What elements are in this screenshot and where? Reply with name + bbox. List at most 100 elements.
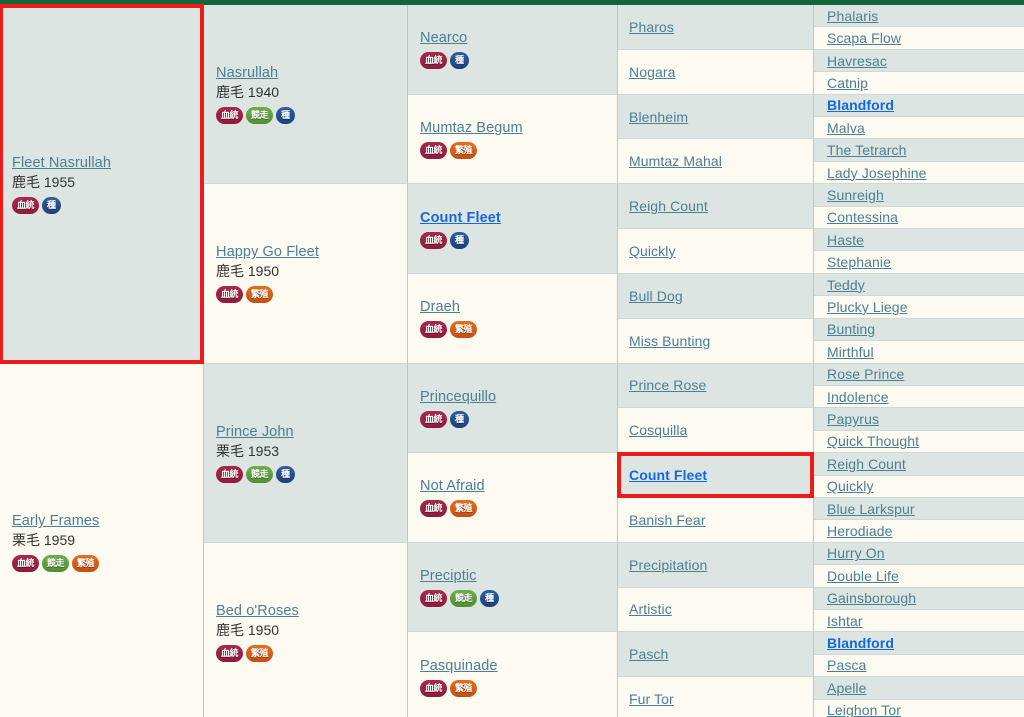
horse-name-link[interactable]: Mirthful <box>827 343 1016 361</box>
pedigree-cell-gen5: Phalaris <box>814 5 1024 28</box>
horse-name-link[interactable]: Not Afraid <box>420 477 609 495</box>
horse-name-link[interactable]: Rose Prince <box>827 365 1016 383</box>
horse-name-link[interactable]: Princequillo <box>420 388 609 406</box>
horse-name-link[interactable]: Plucky Liege <box>827 298 1016 316</box>
badge-hanshoku[interactable]: 繁殖 <box>246 286 274 304</box>
horse-name-link[interactable]: Miss Bunting <box>629 332 805 350</box>
badge-ketto[interactable]: 血統 <box>420 410 448 428</box>
horse-name-link[interactable]: Hurry On <box>827 544 1016 562</box>
badge-tane[interactable]: 種 <box>42 196 61 214</box>
badge-ketto[interactable]: 血統 <box>420 590 448 608</box>
badge-ketto[interactable]: 血統 <box>12 555 40 573</box>
badge-tane[interactable]: 種 <box>450 231 469 249</box>
horse-name-link[interactable]: Mumtaz Mahal <box>629 152 805 170</box>
horse-name-link[interactable]: Count Fleet <box>420 209 609 227</box>
horse-name-link[interactable]: Nogara <box>629 63 805 81</box>
badge-hanshoku[interactable]: 繁殖 <box>450 679 478 697</box>
badge-hanshoku[interactable]: 繁殖 <box>246 644 274 662</box>
horse-name-link[interactable]: Indolence <box>827 388 1016 406</box>
badge-hanshoku[interactable]: 繁殖 <box>450 141 478 159</box>
horse-name-link[interactable]: Pasch <box>629 645 805 663</box>
horse-name-link[interactable]: Nasrullah <box>216 64 399 82</box>
badge-hanshoku[interactable]: 繁殖 <box>450 500 478 518</box>
horse-name-link[interactable]: Count Fleet <box>629 466 805 484</box>
horse-name-link[interactable]: Pasquinade <box>420 657 609 675</box>
horse-name-link[interactable]: Blandford <box>827 634 1016 652</box>
horse-name-link[interactable]: Reigh Count <box>827 455 1016 473</box>
badge-ketto[interactable]: 血統 <box>216 107 244 125</box>
horse-name-link[interactable]: Blenheim <box>629 108 805 126</box>
pedigree-cell-gen2: Bed o'Roses 鹿毛 1950 血統 繁殖 <box>204 542 408 717</box>
badge-tane[interactable]: 種 <box>480 590 499 608</box>
horse-name-link[interactable]: Fleet Nasrullah <box>12 154 195 172</box>
horse-name-link[interactable]: Blandford <box>827 96 1016 114</box>
badge-ketto[interactable]: 血統 <box>420 321 448 339</box>
badge-hanshoku[interactable]: 繁殖 <box>72 555 100 573</box>
badge-ketto[interactable]: 血統 <box>216 465 244 483</box>
horse-name-link[interactable]: Teddy <box>827 276 1016 294</box>
badge-kyoso[interactable]: 競走 <box>42 555 70 573</box>
horse-name-link[interactable]: Stephanie <box>827 253 1016 271</box>
horse-name-link[interactable]: Fur Tor <box>629 690 805 708</box>
horse-name-link[interactable]: Pharos <box>629 18 805 36</box>
horse-name-link[interactable]: Mumtaz Begum <box>420 119 609 137</box>
horse-name-link[interactable]: Leighon Tor <box>827 701 1016 717</box>
badge-tane[interactable]: 種 <box>450 410 469 428</box>
horse-name-link[interactable]: Phalaris <box>827 7 1016 25</box>
pedigree-cell-gen1: Fleet Nasrullah 鹿毛 1955 血統種 <box>0 5 204 364</box>
horse-name-link[interactable]: Quick Thought <box>827 432 1016 450</box>
horse-name-link[interactable]: Cosquilla <box>629 421 805 439</box>
badge-tane[interactable]: 種 <box>450 52 469 70</box>
horse-name-link[interactable]: Sunreigh <box>827 186 1016 204</box>
horse-name-link[interactable]: Early Frames <box>12 512 195 530</box>
horse-name-link[interactable]: Malva <box>827 119 1016 137</box>
horse-name-link[interactable]: Pasca <box>827 656 1016 674</box>
horse-name-link[interactable]: Reigh Count <box>629 197 805 215</box>
pedigree-cell-gen5: Blandford <box>814 632 1024 655</box>
horse-name-link[interactable]: Nearco <box>420 29 609 47</box>
horse-name-link[interactable]: Contessina <box>827 208 1016 226</box>
horse-name-link[interactable]: Gainsborough <box>827 589 1016 607</box>
horse-name-link[interactable]: Havresac <box>827 52 1016 70</box>
horse-name-link[interactable]: Quickly <box>629 242 805 260</box>
badge-ketto[interactable]: 血統 <box>420 679 448 697</box>
horse-name-link[interactable]: Haste <box>827 231 1016 249</box>
horse-name-link[interactable]: Preciptic <box>420 567 609 585</box>
horse-name-link[interactable]: Prince Rose <box>629 376 805 394</box>
horse-name-link[interactable]: Draeh <box>420 298 609 316</box>
badge-ketto[interactable]: 血統 <box>12 196 40 214</box>
horse-name-link[interactable]: Double Life <box>827 567 1016 585</box>
horse-name-link[interactable]: Quickly <box>827 477 1016 495</box>
pedigree-cell-gen4: Pharos <box>618 5 814 50</box>
horse-name-link[interactable]: Artistic <box>629 600 805 618</box>
horse-name-link[interactable]: Papyrus <box>827 410 1016 428</box>
horse-name-link[interactable]: Blue Larkspur <box>827 500 1016 518</box>
horse-name-link[interactable]: Bed o'Roses <box>216 602 399 620</box>
horse-name-link[interactable]: Scapa Flow <box>827 29 1016 47</box>
horse-name-link[interactable]: Catnip <box>827 74 1016 92</box>
badge-ketto[interactable]: 血統 <box>420 231 448 249</box>
horse-name-link[interactable]: Bunting <box>827 320 1016 338</box>
horse-name-link[interactable]: Prince John <box>216 423 399 441</box>
horse-name-link[interactable]: Herodiade <box>827 522 1016 540</box>
horse-name-link[interactable]: Apelle <box>827 679 1016 697</box>
pedigree-cell-gen5: Gainsborough <box>814 587 1024 610</box>
badge-ketto[interactable]: 血統 <box>216 286 244 304</box>
horse-name-link[interactable]: Banish Fear <box>629 511 805 529</box>
horse-name-link[interactable]: Happy Go Fleet <box>216 243 399 261</box>
badge-kyoso[interactable]: 競走 <box>246 465 274 483</box>
badge-kyoso[interactable]: 競走 <box>450 590 478 608</box>
horse-name-link[interactable]: The Tetrarch <box>827 141 1016 159</box>
horse-name-link[interactable]: Ishtar <box>827 612 1016 630</box>
horse-name-link[interactable]: Lady Josephine <box>827 164 1016 182</box>
badge-hanshoku[interactable]: 繁殖 <box>450 321 478 339</box>
horse-name-link[interactable]: Bull Dog <box>629 287 805 305</box>
badge-ketto[interactable]: 血統 <box>420 500 448 518</box>
badge-kyoso[interactable]: 競走 <box>246 107 274 125</box>
badge-ketto[interactable]: 血統 <box>216 644 244 662</box>
badge-tane[interactable]: 種 <box>276 107 295 125</box>
badge-tane[interactable]: 種 <box>276 465 295 483</box>
horse-name-link[interactable]: Precipitation <box>629 556 805 574</box>
badge-ketto[interactable]: 血統 <box>420 141 448 159</box>
badge-ketto[interactable]: 血統 <box>420 52 448 70</box>
